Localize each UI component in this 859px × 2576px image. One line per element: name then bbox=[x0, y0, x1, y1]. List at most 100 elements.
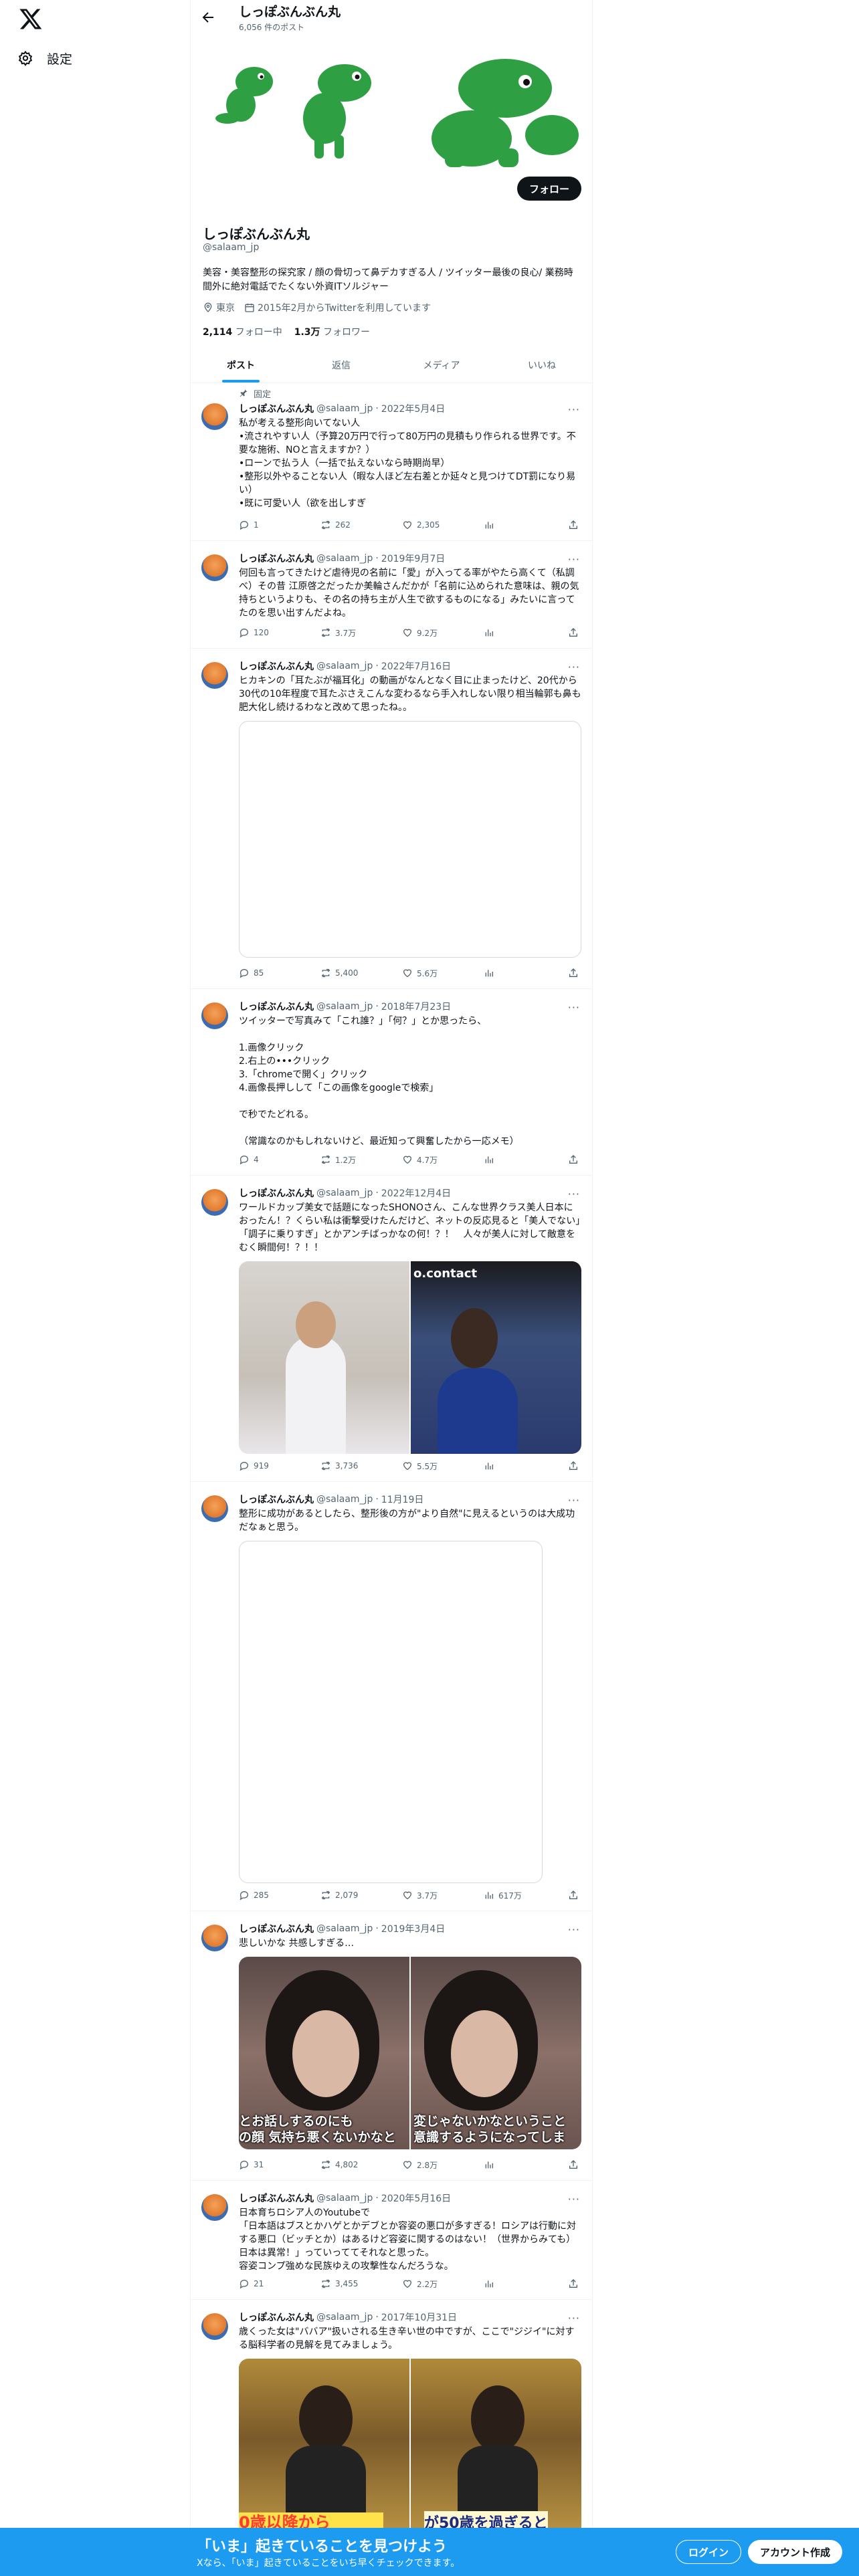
more-options-icon[interactable]: ··· bbox=[568, 2312, 580, 2325]
like-button[interactable]: 4.7万 bbox=[402, 1154, 442, 1166]
tab-replies[interactable]: 返信 bbox=[291, 348, 391, 383]
tab-media[interactable]: メディア bbox=[391, 348, 492, 383]
tweet-photo-left[interactable] bbox=[239, 1261, 409, 1454]
nav-settings-item[interactable]: 設定 bbox=[17, 47, 72, 70]
more-options-icon[interactable]: ··· bbox=[568, 2193, 580, 2206]
tweet-card[interactable]: ··· しっぽぶんぶん丸 @salaam_jp · 2020年5月16日 日本育… bbox=[191, 2181, 592, 2300]
tweet-media-placeholder[interactable] bbox=[239, 721, 581, 958]
tweet-author-name[interactable]: しっぽぶんぶん丸 bbox=[239, 659, 314, 673]
share-button[interactable] bbox=[565, 2159, 579, 2170]
avatar[interactable] bbox=[201, 403, 228, 430]
more-options-icon[interactable]: ··· bbox=[568, 1188, 580, 1200]
reply-button[interactable]: 21 bbox=[239, 2278, 279, 2289]
reply-button[interactable]: 919 bbox=[239, 1461, 279, 1471]
tweet-date[interactable]: 2018年7月23日 bbox=[381, 1000, 451, 1013]
avatar[interactable] bbox=[201, 662, 228, 689]
reply-button[interactable]: 4 bbox=[239, 1154, 279, 1165]
share-button[interactable] bbox=[565, 1461, 579, 1471]
avatar[interactable] bbox=[201, 1925, 228, 1951]
tweet-card[interactable]: ··· しっぽぶんぶん丸 @salaam_jp · 2022年12月4日 ワール… bbox=[191, 1176, 592, 1482]
reply-button[interactable]: 85 bbox=[239, 968, 279, 978]
views-button[interactable] bbox=[484, 627, 524, 638]
profile-banner-image[interactable] bbox=[191, 35, 592, 167]
more-options-icon[interactable]: ··· bbox=[568, 661, 580, 673]
tweet-card[interactable]: 固定 ··· しっぽぶんぶん丸 @salaam_jp · 2022年5月4日 私… bbox=[191, 383, 592, 541]
tweet-date[interactable]: 2020年5月16日 bbox=[381, 2191, 451, 2205]
reply-button[interactable]: 1 bbox=[239, 520, 279, 530]
views-button[interactable] bbox=[484, 1154, 524, 1165]
avatar[interactable] bbox=[201, 1495, 228, 1522]
retweet-button[interactable]: 3,736 bbox=[320, 1461, 361, 1471]
followers-link[interactable]: 1.3万 フォロワー bbox=[294, 325, 370, 338]
views-button[interactable] bbox=[484, 520, 524, 530]
tweet-date[interactable]: 11月19日 bbox=[381, 1493, 424, 1506]
more-options-icon[interactable]: ··· bbox=[568, 1923, 580, 1936]
tweet-photo-right[interactable]: 変じゃないかなということ 意識するようになってしま bbox=[411, 1957, 581, 2149]
reply-button[interactable]: 285 bbox=[239, 1890, 279, 1901]
tweet-date[interactable]: 2019年3月4日 bbox=[381, 1922, 445, 1935]
tweet-author-name[interactable]: しっぽぶんぶん丸 bbox=[239, 2191, 314, 2205]
tweet-date[interactable]: 2017年10月31日 bbox=[381, 2311, 457, 2324]
reply-button[interactable]: 120 bbox=[239, 627, 279, 638]
create-account-button[interactable]: アカウント作成 bbox=[748, 2540, 843, 2564]
retweet-button[interactable]: 3.7万 bbox=[320, 627, 361, 639]
tab-likes[interactable]: いいね bbox=[492, 348, 592, 383]
tweet-card[interactable]: ··· しっぽぶんぶん丸 @salaam_jp · 2017年10月31日 歳く… bbox=[191, 2300, 592, 2567]
like-button[interactable]: 9.2万 bbox=[402, 627, 442, 639]
views-button[interactable] bbox=[484, 2159, 524, 2170]
tweet-date[interactable]: 2022年5月4日 bbox=[381, 402, 445, 415]
views-button[interactable] bbox=[484, 2278, 524, 2289]
x-logo-icon[interactable] bbox=[19, 7, 43, 31]
avatar[interactable] bbox=[201, 554, 228, 581]
retweet-button[interactable]: 4,802 bbox=[320, 2159, 361, 2170]
share-button[interactable] bbox=[565, 1890, 579, 1901]
tweet-photo-left[interactable]: とお話しするのにも の顔 気持ち悪くないかなと bbox=[239, 1957, 409, 2149]
avatar[interactable] bbox=[201, 2313, 228, 2340]
avatar[interactable] bbox=[201, 1189, 228, 1216]
tweet-card[interactable]: ··· しっぽぶんぶん丸 @salaam_jp · 11月19日 整形に成功があ… bbox=[191, 1482, 592, 1911]
tweet-card[interactable]: ··· しっぽぶんぶん丸 @salaam_jp · 2022年7月16日 ヒカキ… bbox=[191, 649, 592, 989]
tab-posts[interactable]: ポスト bbox=[191, 348, 291, 383]
reply-button[interactable]: 31 bbox=[239, 2159, 279, 2170]
share-button[interactable] bbox=[565, 1154, 579, 1165]
like-button[interactable]: 2.2万 bbox=[402, 2278, 442, 2290]
share-button[interactable] bbox=[565, 968, 579, 978]
like-button[interactable]: 5.6万 bbox=[402, 968, 442, 979]
like-button[interactable]: 3.7万 bbox=[402, 1890, 442, 1901]
tweet-author-name[interactable]: しっぽぶんぶん丸 bbox=[239, 1186, 314, 1200]
back-arrow-icon[interactable] bbox=[200, 9, 216, 25]
tweet-author-name[interactable]: しっぽぶんぶん丸 bbox=[239, 1922, 314, 1935]
tweet-photo-right[interactable]: o.contact bbox=[411, 1261, 581, 1454]
retweet-button[interactable]: 2,079 bbox=[320, 1890, 361, 1901]
login-button[interactable]: ログイン bbox=[676, 2540, 742, 2564]
tweet-card[interactable]: ··· しっぽぶんぶん丸 @salaam_jp · 2018年7月23日 ツイッ… bbox=[191, 989, 592, 1176]
retweet-button[interactable]: 3,455 bbox=[320, 2278, 361, 2289]
tweet-date[interactable]: 2022年7月16日 bbox=[381, 659, 451, 673]
follow-button[interactable]: フォロー bbox=[516, 177, 581, 201]
like-button[interactable]: 2.8万 bbox=[402, 2159, 442, 2171]
views-button[interactable] bbox=[484, 1461, 524, 1471]
tweet-author-name[interactable]: しっぽぶんぶん丸 bbox=[239, 1000, 314, 1013]
following-link[interactable]: 2,114 フォロー中 bbox=[203, 325, 282, 338]
tweet-date[interactable]: 2022年12月4日 bbox=[381, 1186, 451, 1200]
tweet-author-name[interactable]: しっぽぶんぶん丸 bbox=[239, 2311, 314, 2324]
retweet-button[interactable]: 262 bbox=[320, 520, 361, 530]
tweet-author-name[interactable]: しっぽぶんぶん丸 bbox=[239, 552, 314, 565]
more-options-icon[interactable]: ··· bbox=[568, 1001, 580, 1014]
views-button[interactable]: 617万 bbox=[484, 1890, 524, 1901]
tweet-author-name[interactable]: しっぽぶんぶん丸 bbox=[239, 402, 314, 415]
tweet-card[interactable]: ··· しっぽぶんぶん丸 @salaam_jp · 2019年9月7日 何回も言… bbox=[191, 541, 592, 649]
avatar[interactable] bbox=[201, 1002, 228, 1029]
tweet-author-name[interactable]: しっぽぶんぶん丸 bbox=[239, 1493, 314, 1506]
views-button[interactable] bbox=[484, 968, 524, 978]
retweet-button[interactable]: 1.2万 bbox=[320, 1154, 361, 1166]
more-options-icon[interactable]: ··· bbox=[568, 403, 580, 416]
tweet-media-placeholder[interactable] bbox=[239, 1541, 543, 1883]
more-options-icon[interactable]: ··· bbox=[568, 1494, 580, 1507]
share-button[interactable] bbox=[565, 627, 579, 638]
tweet-date[interactable]: 2019年9月7日 bbox=[381, 552, 445, 565]
share-button[interactable] bbox=[565, 2278, 579, 2289]
more-options-icon[interactable]: ··· bbox=[568, 553, 580, 566]
tweet-card[interactable]: ··· しっぽぶんぶん丸 @salaam_jp · 2019年3月4日 悲しいか… bbox=[191, 1911, 592, 2181]
retweet-button[interactable]: 5,400 bbox=[320, 968, 361, 978]
